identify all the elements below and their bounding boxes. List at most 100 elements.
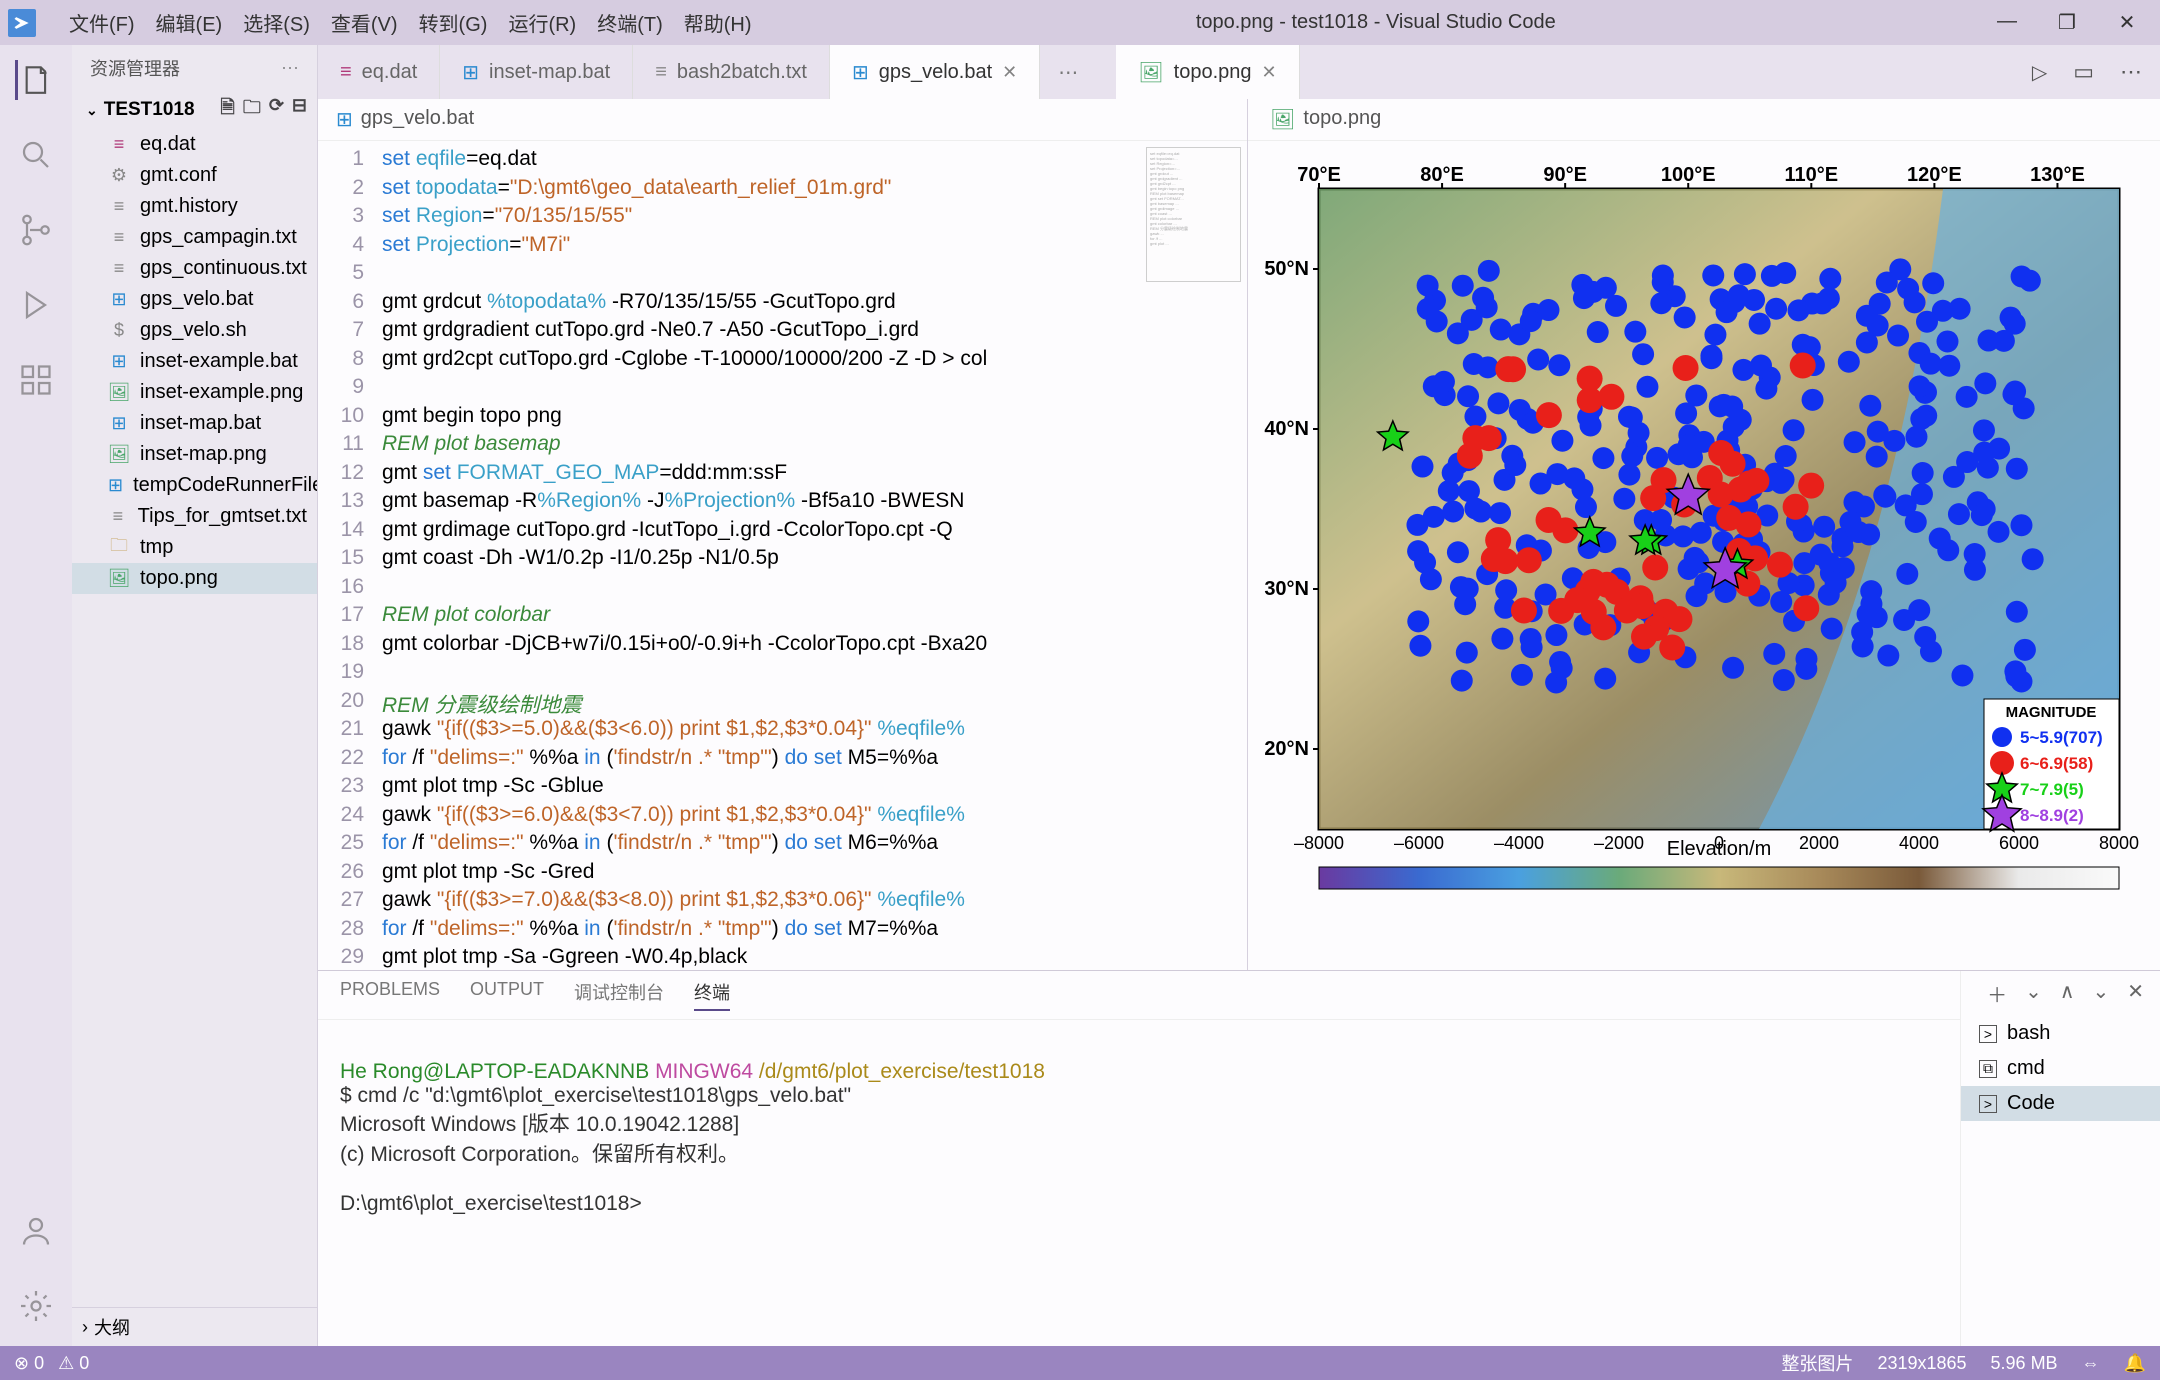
menu-view[interactable]: 查看(V) xyxy=(323,4,406,41)
sidebar-more-icon[interactable]: ⋯ xyxy=(281,58,299,79)
dollar-icon: $ xyxy=(108,320,130,342)
status-image-mode[interactable]: 整张图片 xyxy=(1781,1350,1853,1376)
file-label: topo.png xyxy=(140,567,218,590)
menu-help[interactable]: 帮助(H) xyxy=(676,4,760,41)
breadcrumb-left[interactable]: ⊞ gps_velo.bat xyxy=(318,99,1247,141)
split-editor-icon[interactable]: ▭ xyxy=(2073,59,2094,85)
minimap[interactable]: set eqfile=eq.dat set topodata=... set R… xyxy=(1146,147,1241,282)
breadcrumb-right[interactable]: 🖼 topo.png xyxy=(1248,99,2160,141)
left-tabs-overflow-icon[interactable]: ⋯ xyxy=(1040,45,1096,99)
file-item[interactable]: 🖼inset-map.png xyxy=(72,439,317,470)
tab-terminal[interactable]: 终端 xyxy=(694,979,730,1011)
term-cwd: D:\gmt6\plot_exercise\test1018> xyxy=(340,1192,642,1215)
status-errors[interactable]: ⊗ 0 xyxy=(14,1353,44,1374)
file-label: inset-example.bat xyxy=(140,350,298,373)
file-item[interactable]: 🖼topo.png xyxy=(72,563,317,594)
status-warnings[interactable]: ⚠ 0 xyxy=(58,1353,89,1374)
image-preview[interactable]: 70°E80°E90°E100°E110°E120°E130°E20°N30°N… xyxy=(1248,141,2160,970)
close-icon[interactable]: ✕ xyxy=(1002,62,1017,83)
tab-row: ≡eq.dat⊞inset-map.bat≡bash2batch.txt⊞gps… xyxy=(318,45,2160,99)
menu-edit[interactable]: 编辑(E) xyxy=(148,4,231,41)
file-item[interactable]: 🖼inset-example.png xyxy=(72,377,317,408)
menu-terminal[interactable]: 终端(T) xyxy=(589,4,671,41)
file-label: gps_continuous.txt xyxy=(140,257,307,280)
editor-tab[interactable]: 🖼topo.png✕ xyxy=(1116,45,1299,99)
file-item[interactable]: ≡eq.dat xyxy=(72,129,317,160)
svg-text:80°E: 80°E xyxy=(1420,164,1464,186)
close-icon[interactable]: ✕ xyxy=(1262,62,1277,83)
new-terminal-icon[interactable]: ＋ xyxy=(1987,979,2007,1008)
file-item[interactable]: ⊞inset-map.bat xyxy=(72,408,317,439)
panel-tabs: PROBLEMS OUTPUT 调试控制台 终端 xyxy=(318,971,1960,1020)
win-icon: ⊞ xyxy=(108,475,123,497)
file-item[interactable]: ⊞tempCodeRunnerFile... xyxy=(72,470,317,501)
term-path: /d/gmt6/plot_exercise/test1018 xyxy=(759,1060,1045,1083)
menu-run[interactable]: 运行(R) xyxy=(500,4,584,41)
maximize-button[interactable]: ❐ xyxy=(2052,10,2082,35)
term-user: He Rong@LAPTOP-EADAKNNB xyxy=(340,1060,649,1083)
refresh-icon[interactable]: ⟳ xyxy=(269,95,284,125)
project-header[interactable]: ⌄ TEST1018 🗎 🗀 ⟳ ⊟ xyxy=(72,91,317,129)
gear-icon: ⚙ xyxy=(108,165,130,187)
editor-more-icon[interactable]: ⋯ xyxy=(2120,59,2142,85)
settings-gear-icon[interactable] xyxy=(16,1286,56,1326)
editor-tab[interactable]: ⊞gps_velo.bat✕ xyxy=(830,45,1040,99)
source-control-icon[interactable] xyxy=(16,210,56,250)
svg-text:–4000: –4000 xyxy=(1494,833,1544,853)
outline-section[interactable]: › 大纲 xyxy=(72,1307,317,1346)
title-bar: 文件(F) 编辑(E) 选择(S) 查看(V) 转到(G) 运行(R) 终端(T… xyxy=(0,0,2160,45)
panel-maximize-icon[interactable]: ∧ xyxy=(2060,979,2075,1008)
extensions-icon[interactable] xyxy=(16,360,56,400)
new-file-icon[interactable]: 🗎 xyxy=(220,95,234,125)
run-debug-icon[interactable] xyxy=(16,285,56,325)
terminal-item[interactable]: >Code xyxy=(1961,1086,2160,1121)
editor-tab[interactable]: ≡eq.dat xyxy=(318,45,440,99)
status-file-size[interactable]: 5.96 MB xyxy=(1991,1353,2058,1374)
run-icon[interactable]: ▷ xyxy=(2032,60,2047,85)
terminal-dropdown-icon[interactable]: ⌄ xyxy=(2025,979,2042,1008)
project-name: TEST1018 xyxy=(104,99,195,121)
collapse-icon[interactable]: ⊟ xyxy=(292,95,307,125)
accounts-icon[interactable] xyxy=(16,1211,56,1251)
close-button[interactable]: ✕ xyxy=(2112,10,2142,35)
outline-label: 大纲 xyxy=(94,1314,130,1340)
search-icon[interactable] xyxy=(16,135,56,175)
svg-text:8~8.9(2): 8~8.9(2) xyxy=(2020,806,2084,825)
menu-go[interactable]: 转到(G) xyxy=(411,4,496,41)
code-body[interactable]: 1234567891011121314151617181920212223242… xyxy=(318,141,1247,970)
svg-text:6000: 6000 xyxy=(1999,833,2039,853)
menu-file[interactable]: 文件(F) xyxy=(61,4,143,41)
tab-output[interactable]: OUTPUT xyxy=(470,979,544,1011)
editor-tab[interactable]: ⊞inset-map.bat xyxy=(440,45,633,99)
terminal-label: bash xyxy=(2007,1022,2050,1045)
minimize-button[interactable]: — xyxy=(1992,10,2022,35)
file-item[interactable]: ≡gmt.history xyxy=(72,191,317,222)
status-feedback-icon[interactable]: ⇔ xyxy=(2082,1353,2100,1374)
terminal-item[interactable]: >bash xyxy=(1961,1016,2160,1051)
svg-text:30°N: 30°N xyxy=(1264,578,1309,600)
tab-problems[interactable]: PROBLEMS xyxy=(340,979,440,1011)
file-item[interactable]: $gps_velo.sh xyxy=(72,315,317,346)
file-item[interactable]: ⊞inset-example.bat xyxy=(72,346,317,377)
terminal-item[interactable]: ⧉cmd xyxy=(1961,1051,2160,1086)
panel-close-icon[interactable]: ✕ xyxy=(2127,979,2144,1008)
menu-selection[interactable]: 选择(S) xyxy=(235,4,318,41)
new-folder-icon[interactable]: 🗀 xyxy=(243,95,261,125)
file-item[interactable]: ⊞gps_velo.bat xyxy=(72,284,317,315)
status-image-size[interactable]: 2319x1865 xyxy=(1877,1353,1966,1374)
status-bell-icon[interactable]: 🔔 xyxy=(2124,1353,2146,1374)
file-item[interactable]: ≡gps_continuous.txt xyxy=(72,253,317,284)
file-item[interactable]: ≡Tips_for_gmtset.txt xyxy=(72,501,317,532)
tab-label: inset-map.bat xyxy=(489,61,610,84)
tab-debug-console[interactable]: 调试控制台 xyxy=(574,979,664,1011)
file-item[interactable]: ≡gps_campagin.txt xyxy=(72,222,317,253)
editor-tab[interactable]: ≡bash2batch.txt xyxy=(633,45,830,99)
terminal-output[interactable]: He Rong@LAPTOP-EADAKNNB MINGW64 /d/gmt6/… xyxy=(318,1020,1960,1346)
explorer-icon[interactable] xyxy=(15,60,55,100)
file-item[interactable]: ⚙gmt.conf xyxy=(72,160,317,191)
panel-chevron-icon[interactable]: ⌄ xyxy=(2092,979,2109,1008)
svg-text:6~6.9(58): 6~6.9(58) xyxy=(2020,754,2093,773)
file-item[interactable]: 🗀tmp xyxy=(72,532,317,563)
image-preview-pane: 🖼 topo.png 70°E80°E90°E100°E110°E120°E13… xyxy=(1248,99,2160,970)
code-lines[interactable]: set eqfile=eq.datset topodata="D:\gmt6\g… xyxy=(382,141,1247,970)
